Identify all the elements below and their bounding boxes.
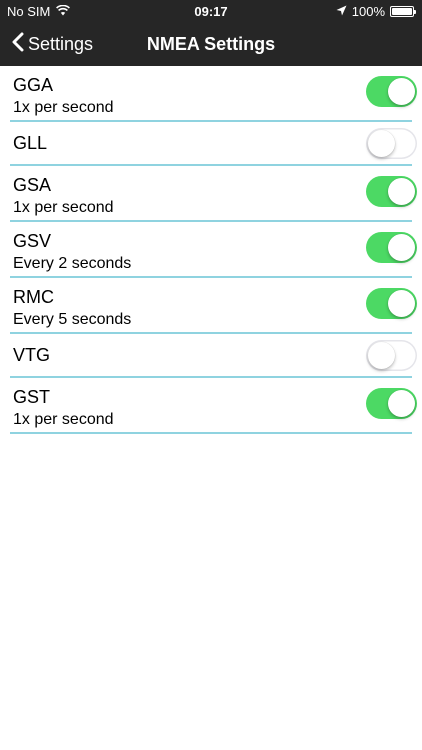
- gsv-toggle[interactable]: [366, 232, 417, 263]
- location-arrow-icon: [336, 4, 347, 19]
- rmc-toggle[interactable]: [366, 288, 417, 319]
- navigation-bar: Settings NMEA Settings: [0, 22, 422, 66]
- nmea-sentence-list: GGA 1x per second GLL GSA 1x per second …: [0, 66, 422, 434]
- battery-icon: [390, 6, 416, 17]
- sentence-name: GSV: [13, 231, 52, 251]
- list-item-gga: GGA 1x per second: [10, 66, 417, 122]
- sentence-rate: Every 5 seconds: [13, 311, 132, 328]
- gll-toggle[interactable]: [366, 128, 417, 159]
- status-right: 100%: [336, 4, 416, 19]
- list-item-gsa: GSA 1x per second: [10, 166, 417, 222]
- sentence-rate: Every 2 seconds: [13, 255, 132, 272]
- list-item-gll: GLL: [10, 122, 417, 166]
- list-item-gsv: GSV Every 2 seconds: [10, 222, 417, 278]
- vtg-toggle[interactable]: [366, 340, 417, 371]
- gsa-toggle[interactable]: [366, 176, 417, 207]
- sentence-rate: 1x per second: [13, 411, 114, 428]
- list-item-gst: GST 1x per second: [10, 378, 417, 434]
- sentence-name: GLL: [13, 133, 48, 153]
- sentence-name: GGA: [13, 75, 54, 95]
- chevron-left-icon: [12, 32, 24, 57]
- sentence-rate: 1x per second: [13, 99, 114, 116]
- sentence-name: GSA: [13, 175, 52, 195]
- list-item-rmc: RMC Every 5 seconds: [10, 278, 417, 334]
- sentence-name: VTG: [13, 345, 51, 365]
- gga-toggle[interactable]: [366, 76, 417, 107]
- sentence-name: RMC: [13, 287, 54, 307]
- list-item-vtg: VTG: [10, 334, 417, 378]
- battery-percent: 100%: [351, 4, 385, 19]
- back-button[interactable]: Settings: [12, 22, 93, 66]
- sentence-name: GST: [13, 387, 51, 407]
- gst-toggle[interactable]: [366, 388, 417, 419]
- sentence-rate: 1x per second: [13, 199, 114, 216]
- back-button-label: Settings: [28, 33, 94, 54]
- status-bar: No SIM 09:17 100%: [0, 0, 422, 22]
